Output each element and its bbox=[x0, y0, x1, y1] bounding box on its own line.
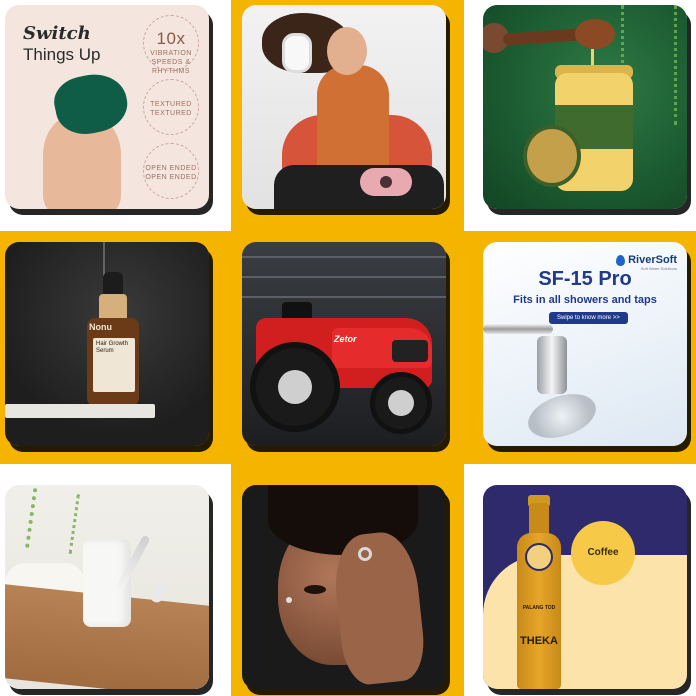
woman-photo bbox=[317, 65, 389, 175]
product-tile-switch[interactable]: Switch Things Up 10x VIBRATION SPEEDS & … bbox=[5, 5, 209, 209]
flavor-label: Coffee bbox=[587, 547, 619, 558]
rear-rim bbox=[278, 370, 312, 404]
brand-name: Nonu bbox=[89, 322, 112, 332]
badge-vibration: 10x VIBRATION SPEEDS & RHYTHMS bbox=[143, 15, 199, 75]
product-photo bbox=[537, 336, 567, 394]
shower-pipe bbox=[483, 324, 553, 334]
ledge bbox=[5, 404, 155, 418]
product-tile-tractor[interactable]: Zetor bbox=[242, 242, 446, 446]
brand-name: RiverSoft bbox=[628, 254, 677, 266]
plant-decoration bbox=[25, 488, 80, 554]
model-eye bbox=[304, 585, 326, 594]
product-tile-jewelry-portrait[interactable] bbox=[242, 485, 446, 689]
water-drop-icon bbox=[616, 254, 626, 266]
headline: Things Up bbox=[23, 45, 101, 64]
device-button bbox=[380, 176, 392, 188]
badge-textured: TEXTURED TEXTURED bbox=[143, 79, 199, 135]
product-tile-serum-dropper[interactable] bbox=[5, 485, 209, 689]
product-tile-shower-filter[interactable]: RiverSoft Soft Water Solutions SF-15 Pro… bbox=[483, 242, 687, 446]
bottle-cap bbox=[103, 272, 123, 296]
front-rim bbox=[388, 390, 414, 416]
badge-open-ended: OPEN ENDED OPEN ENDED bbox=[143, 143, 199, 199]
product-tile-hair-serum[interactable]: Nonu Hair Growth Serum bbox=[5, 242, 209, 446]
shower-head bbox=[522, 386, 602, 446]
brand-small: PALANG TOD bbox=[522, 605, 556, 611]
product-tile-coffee-drink[interactable]: Coffee PALANG TOD THEKA bbox=[483, 485, 687, 689]
brand-logo: RiverSoft bbox=[616, 254, 677, 266]
product-label: Hair Growth Serum bbox=[93, 338, 135, 392]
bottle-neck bbox=[99, 294, 127, 320]
spoon-photo bbox=[575, 19, 615, 49]
legs-photo bbox=[274, 165, 444, 209]
badge-text: TEXTURED TEXTURED bbox=[150, 101, 192, 117]
spoon-handle bbox=[502, 28, 584, 46]
product-tagline: Fits in all showers and taps bbox=[513, 294, 657, 306]
brand-big: THEKA bbox=[520, 635, 558, 647]
tractor-grill bbox=[392, 340, 428, 362]
ceiling-beam bbox=[242, 276, 446, 278]
badge-text: VIBRATION SPEEDS & RHYTHMS bbox=[150, 50, 192, 75]
ceiling-beam bbox=[242, 296, 446, 298]
jar-lid-side bbox=[523, 125, 581, 187]
ceiling-beam bbox=[242, 256, 446, 258]
headphones-icon bbox=[282, 33, 312, 73]
headline-script: Switch bbox=[23, 23, 91, 44]
bottle-neck-label bbox=[525, 543, 553, 571]
product-ring bbox=[358, 547, 372, 561]
product-tile-ghee-jar[interactable] bbox=[483, 5, 687, 209]
product-title: SF-15 Pro bbox=[538, 268, 632, 290]
product-tile-headphones[interactable] bbox=[242, 5, 446, 209]
badge-text: OPEN ENDED OPEN ENDED bbox=[145, 165, 197, 181]
swipe-button[interactable]: Swipe to know more >> bbox=[549, 312, 628, 324]
badge-number: 10x bbox=[156, 29, 186, 48]
woman-head-photo bbox=[327, 27, 367, 75]
brand-name: Zetor bbox=[334, 334, 357, 344]
earring bbox=[286, 597, 292, 603]
